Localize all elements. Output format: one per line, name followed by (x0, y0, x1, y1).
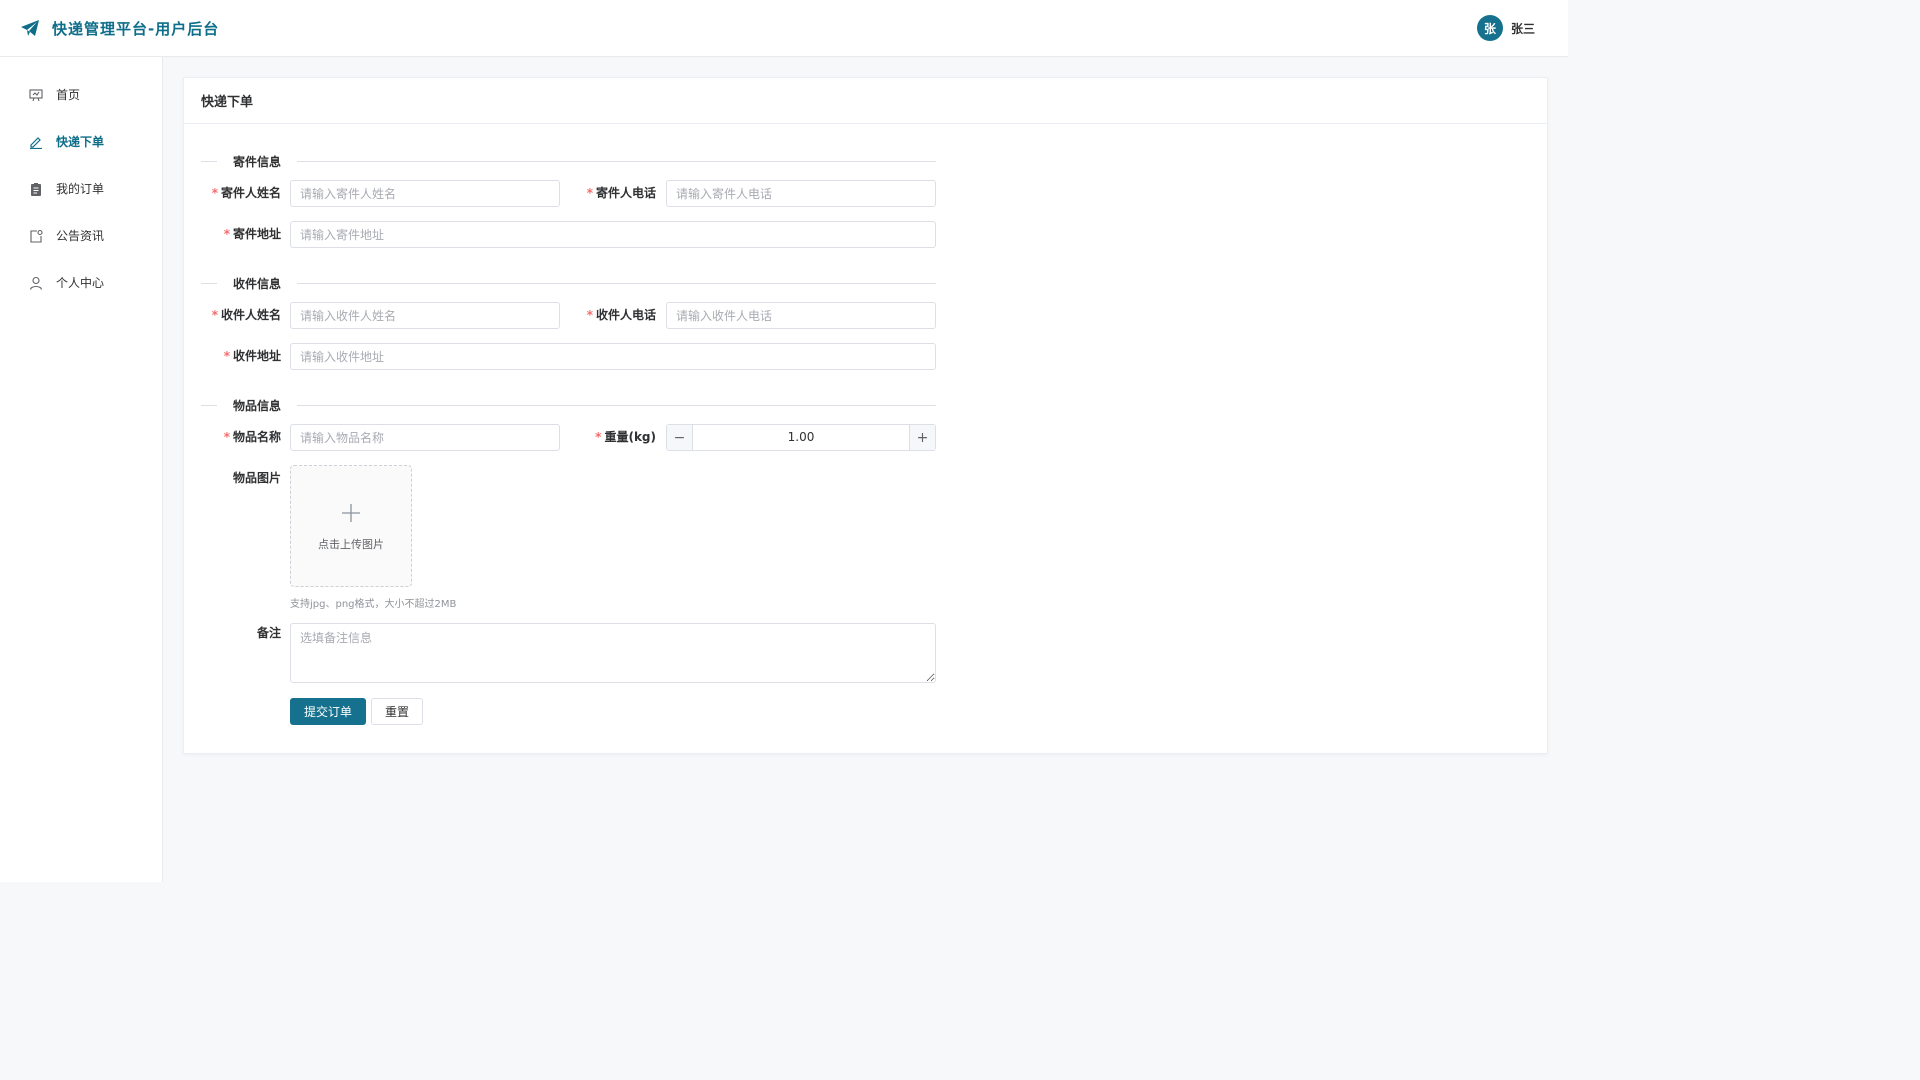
reset-button[interactable]: 重置 (371, 698, 424, 725)
sender-address-label: * 寄件地址 (223, 227, 281, 241)
image-upload[interactable]: 点击上传图片 (290, 465, 412, 587)
section-title: 寄件信息 (233, 154, 282, 169)
required-mark: * (223, 349, 230, 363)
receiver-phone-input[interactable] (666, 302, 936, 329)
edit-pen-icon (29, 135, 43, 149)
sender-name-label: * 寄件人姓名 (211, 186, 281, 200)
user-name[interactable]: 张三 (1511, 20, 1535, 37)
user-icon (29, 276, 43, 290)
upload-label: 点击上传图片 (318, 538, 384, 551)
item-name-label: * 物品名称 (223, 430, 281, 444)
paper-plane-icon (20, 18, 40, 38)
presentation-icon (29, 88, 43, 102)
user-menu[interactable]: 张 张三 (1476, 15, 1535, 41)
section-divider-item: 物品信息 (201, 395, 936, 415)
sender-address-input[interactable] (290, 221, 936, 248)
receiver-name-label: * 收件人姓名 (211, 308, 281, 322)
receiver-phone-label: * 收件人电话 (586, 308, 656, 322)
brand[interactable]: 快递管理平台-用户后台 (20, 18, 219, 39)
sidebar-item-label: 公告资讯 (56, 229, 105, 243)
weight-value[interactable]: 1.00 (693, 425, 909, 450)
remark-textarea[interactable] (290, 623, 936, 683)
required-mark: * (211, 186, 218, 200)
required-mark: * (586, 186, 593, 200)
weight-stepper[interactable]: − 1.00 + (666, 424, 936, 451)
plus-icon (341, 500, 361, 528)
item-name-input[interactable] (290, 424, 560, 451)
clipboard-icon (29, 182, 43, 196)
app-title: 快递管理平台-用户后台 (52, 19, 220, 38)
avatar[interactable]: 张 (1476, 15, 1503, 41)
sidebar-item-profile[interactable]: 个人中心 (0, 259, 162, 306)
sidebar-item-label: 我的订单 (56, 182, 105, 196)
weight-label: * 重量(kg) (595, 430, 656, 444)
section-title: 收件信息 (233, 276, 282, 291)
receiver-address-input[interactable] (290, 343, 936, 370)
section-divider-sender: 寄件信息 (201, 151, 936, 171)
sidebar-item-notices[interactable]: 公告资讯 (0, 212, 162, 259)
sidebar: 首页 快递下单 我的订单 公告资讯 个人中心 (0, 57, 163, 882)
sender-phone-label: * 寄件人电话 (586, 186, 656, 200)
upload-tip: 支持jpg、png格式，大小不超过2MB (290, 599, 457, 610)
sidebar-item-label: 首页 (56, 88, 81, 102)
section-divider-receiver: 收件信息 (201, 273, 936, 293)
submit-order-button[interactable]: 提交订单 (290, 698, 367, 725)
sidebar-item-home[interactable]: 首页 (0, 71, 162, 118)
required-mark: * (595, 430, 602, 444)
order-form-card: 快递下单 寄件信息 *寄件人姓名 *寄件人电话 *寄件地址 收件信息 *收件人姓… (183, 77, 1548, 754)
receiver-address-label: * 收件地址 (223, 349, 281, 363)
card-title: 快递下单 (184, 78, 1547, 124)
sidebar-item-label: 快递下单 (56, 135, 105, 149)
sidebar-item-my-orders[interactable]: 我的订单 (0, 165, 162, 212)
required-mark: * (211, 308, 218, 322)
notice-icon (29, 229, 43, 243)
required-mark: * (223, 227, 230, 241)
section-title: 物品信息 (233, 398, 282, 413)
sender-name-input[interactable] (290, 180, 560, 207)
remark-label: 备注 (256, 626, 281, 640)
sidebar-item-label: 个人中心 (56, 276, 105, 290)
required-mark: * (223, 430, 230, 444)
sender-phone-input[interactable] (666, 180, 936, 207)
increment-button[interactable]: + (909, 425, 935, 450)
receiver-name-input[interactable] (290, 302, 560, 329)
top-header: 快递管理平台-用户后台 张 张三 (0, 0, 1568, 57)
sidebar-item-create-order[interactable]: 快递下单 (0, 118, 162, 165)
decrement-button[interactable]: − (667, 425, 693, 450)
item-image-label: 物品图片 (232, 471, 281, 485)
required-mark: * (586, 308, 593, 322)
